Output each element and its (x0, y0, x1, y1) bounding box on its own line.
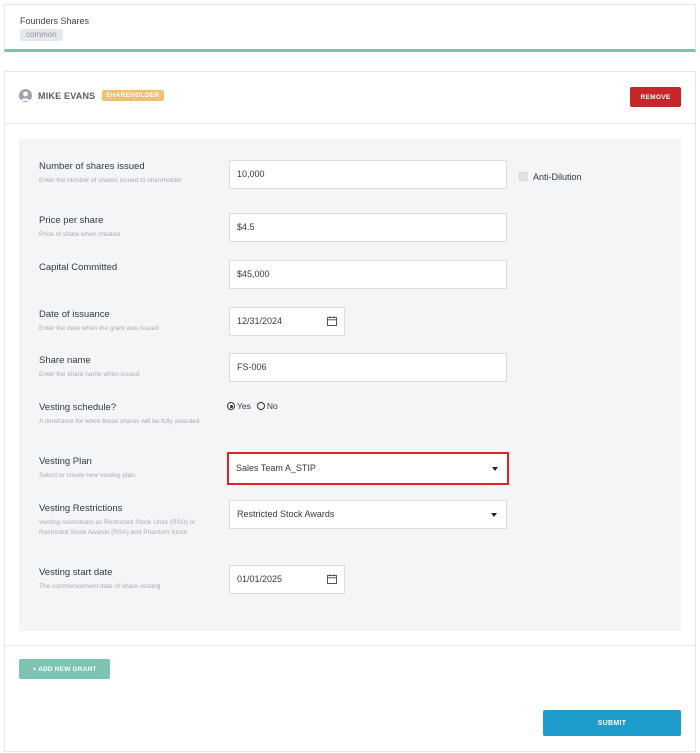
chevron-down-icon (492, 467, 498, 471)
submit-button[interactable]: SUBMIT (543, 710, 681, 736)
add-new-grant-button[interactable]: + ADD NEW GRANT (19, 659, 110, 679)
share-name-value: FS-006 (237, 362, 267, 372)
date-label: Date of issuance (39, 309, 110, 320)
vesting-yes-radio[interactable] (227, 402, 235, 410)
vesting-plan-value: Sales Team A_STIP (236, 463, 316, 473)
remove-button[interactable]: REMOVE (630, 87, 681, 107)
grant-card: MIKE EVANS SHAREHOLDER REMOVE Number of … (4, 71, 696, 752)
section-divider (5, 645, 695, 646)
shareholder-name: MIKE EVANS (38, 91, 96, 101)
vesting-schedule-radio-group: Yes No (227, 401, 284, 411)
security-title: Founders Shares (20, 16, 90, 26)
share-name-help: Enter the share name when issued (39, 371, 140, 378)
grant-card-header: MIKE EVANS SHAREHOLDER REMOVE (5, 72, 695, 124)
security-card: Founders Shares common (4, 4, 696, 52)
start-date-value: 01/01/2025 (237, 574, 283, 584)
price-label: Price per share (39, 215, 104, 226)
capital-label: Capital Committed (39, 262, 118, 273)
vesting-yes-label: Yes (237, 401, 251, 411)
capital-value: $45,000 (237, 269, 270, 279)
vesting-schedule-label: Vesting schedule? (39, 402, 117, 413)
share-name-input[interactable]: FS-006 (229, 353, 507, 382)
anti-dilution-checkbox[interactable] (519, 172, 528, 181)
date-help: Enter the date when the grant was issued (39, 325, 159, 332)
security-class-badge: common (20, 29, 63, 41)
user-avatar-icon (19, 89, 32, 102)
shares-value: 10,000 (237, 169, 265, 179)
vesting-no-radio[interactable] (256, 402, 265, 410)
grant-form: Number of shares issued Enter the number… (19, 139, 681, 631)
start-date-input[interactable]: 01/01/2025 (229, 565, 345, 594)
shares-help: Enter the number of shares issued to sha… (39, 177, 182, 184)
vesting-schedule-help: A timeframe for when these shares will b… (39, 418, 200, 425)
price-help: Price of share when created (39, 231, 120, 238)
chevron-down-icon (491, 513, 497, 517)
restrictions-value: Restricted Stock Awards (237, 509, 335, 519)
price-value: $4.5 (237, 222, 255, 232)
calendar-icon[interactable] (327, 316, 337, 326)
anti-dilution-label: Anti-Dilution (533, 172, 582, 182)
restrictions-label: Vesting Restrictions (39, 503, 123, 514)
start-date-help: The commencement date of share vesting (39, 583, 161, 590)
shares-input[interactable]: 10,000 (229, 160, 507, 189)
date-input[interactable]: 12/31/2024 (229, 307, 345, 336)
restrictions-help: Vesting restrictions as Restricted Stock… (39, 519, 196, 536)
share-name-label: Share name (39, 355, 91, 366)
shareholder-role-badge: SHAREHOLDER (102, 90, 164, 101)
calendar-icon[interactable] (327, 574, 337, 584)
restrictions-select[interactable]: Restricted Stock Awards (229, 500, 507, 529)
vesting-plan-select[interactable]: Sales Team A_STIP (227, 452, 509, 485)
vesting-plan-help: Select or create new vesting plan. (39, 472, 137, 479)
price-input[interactable]: $4.5 (229, 213, 507, 242)
date-value: 12/31/2024 (237, 316, 283, 326)
start-date-label: Vesting start date (39, 567, 113, 578)
vesting-plan-label: Vesting Plan (39, 456, 92, 467)
vesting-no-label: No (266, 401, 278, 411)
shares-label: Number of shares issued (39, 161, 145, 172)
capital-input[interactable]: $45,000 (229, 260, 507, 289)
